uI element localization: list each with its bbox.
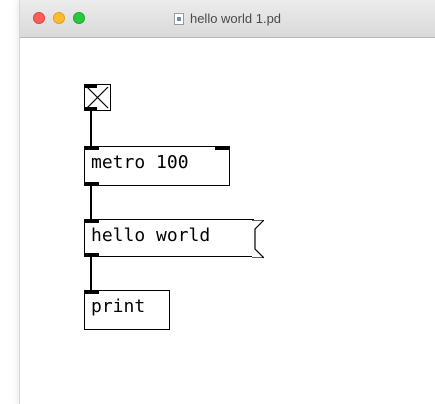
toggle-object[interactable]	[84, 84, 111, 111]
metro-label: metro 100	[91, 152, 189, 173]
wire-toggle-to-metro[interactable]	[90, 111, 92, 147]
document-icon	[173, 13, 184, 25]
print-object[interactable]: print	[84, 290, 170, 330]
window-titlebar[interactable]: hello world 1.pd	[20, 0, 435, 38]
message-box[interactable]: hello world	[84, 219, 264, 258]
pd-window: hello world 1.pd metro 100 hello world p…	[20, 0, 435, 404]
message-label: hello world	[91, 225, 211, 246]
window-title: hello world 1.pd	[189, 10, 282, 26]
metro-object[interactable]: metro 100	[84, 146, 230, 186]
print-label: print	[91, 296, 146, 317]
message-inlet[interactable]	[85, 220, 99, 223]
metro-inlet-left[interactable]	[85, 147, 99, 150]
print-inlet[interactable]	[85, 291, 99, 294]
message-outlet[interactable]	[85, 253, 99, 256]
toggle-outlet[interactable]	[85, 107, 97, 110]
wire-metro-to-message[interactable]	[90, 186, 92, 220]
window-title-group: hello world 1.pd	[20, 0, 435, 38]
patch-canvas[interactable]: metro 100 hello world print	[20, 38, 435, 404]
message-flag-shape	[252, 220, 264, 258]
wire-message-to-print[interactable]	[90, 257, 92, 291]
metro-inlet-right[interactable]	[215, 147, 229, 150]
screen: hello world 1.pd metro 100 hello world p…	[0, 0, 435, 404]
metro-outlet[interactable]	[85, 182, 99, 185]
